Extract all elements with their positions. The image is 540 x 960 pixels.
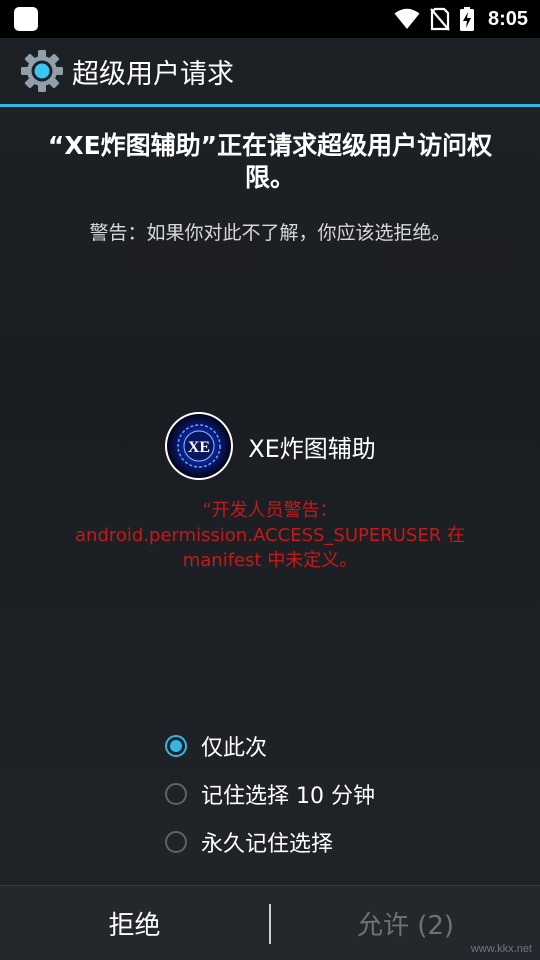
watermark: www.kkx.net [470,943,532,955]
status-icons: 8:05 [394,0,528,38]
warning-text: 警告：如果你对此不了解，你应该选拒绝。 [89,222,451,244]
xe-app-icon: XE [165,412,234,480]
wifi-icon [394,8,420,29]
option-remember-forever[interactable]: 永久记住选择 [165,818,505,866]
option-once[interactable]: 仅此次 [165,722,505,770]
button-bar: 拒绝 允许 (2) www.kkx.net [0,885,540,960]
option-remember-10-minutes[interactable]: 记住选择 10 分钟 [165,770,505,818]
notification-icon [14,7,38,31]
option-label: 永久记住选择 [201,832,334,857]
radio-unchecked-icon[interactable] [165,783,187,805]
action-bar-divider [0,104,540,107]
battery-charging-icon [459,7,474,31]
request-title: “XE炸图辅助”正在请求超级用户访问权限。 [47,131,493,192]
action-bar: 超级用户请求 [0,38,540,104]
superuser-request-screen: 8:05 超级用户请求 “XE炸图辅助”正在请求超级用户访问权限。 警告：如果你… [0,0,540,960]
gear-icon [21,50,63,92]
app-name: XE炸图辅助 [248,434,376,463]
app-info: XE XE炸图辅助 [0,412,540,480]
deny-button[interactable]: 拒绝 [0,886,269,960]
svg-text:XE: XE [188,439,210,456]
radio-checked-icon[interactable] [165,735,187,757]
status-bar: 8:05 [0,0,540,38]
remember-options: 仅此次 记住选择 10 分钟 永久记住选择 [165,722,505,866]
developer-warning: “开发人员警告： android.permission.ACCESS_SUPER… [75,500,465,571]
radio-unchecked-icon[interactable] [165,831,187,853]
status-time: 8:05 [487,7,528,30]
option-label: 记住选择 10 分钟 [201,784,375,809]
no-sim-icon [430,7,450,31]
action-bar-title: 超级用户请求 [72,58,234,90]
option-label: 仅此次 [201,736,268,761]
